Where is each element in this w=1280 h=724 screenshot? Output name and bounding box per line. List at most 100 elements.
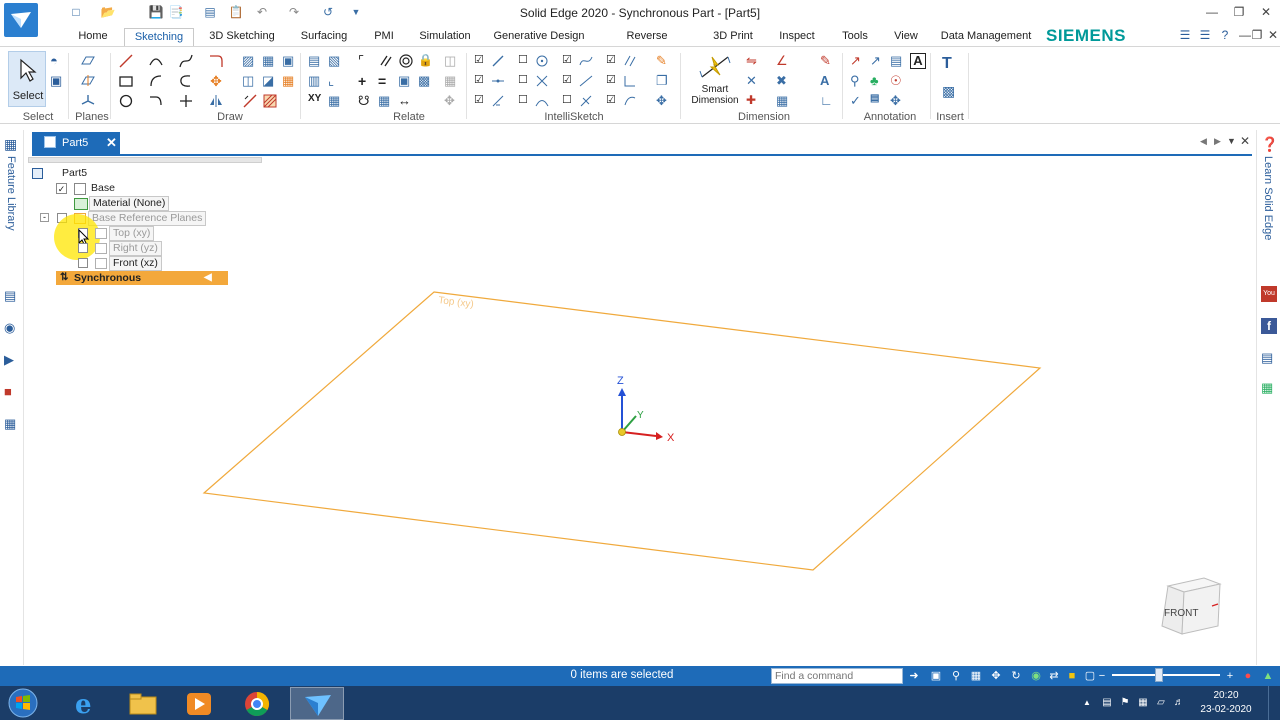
tray-signal-icon[interactable]: ▱ [1154, 696, 1168, 710]
distance-between-icon[interactable]: ⇋ [746, 53, 762, 69]
taskbar-solid-edge[interactable] [290, 687, 344, 720]
repeat-icon[interactable]: ↺ [320, 4, 336, 20]
reuse-icon[interactable]: ■ [4, 384, 20, 400]
pan-icon[interactable]: ✥ [988, 668, 1004, 684]
mirror-icon[interactable] [208, 93, 224, 109]
rotate-icon[interactable]: ↻ [1008, 668, 1024, 684]
circle-icon[interactable] [118, 93, 134, 109]
shaded-icon[interactable]: ■ [1064, 668, 1080, 684]
zoom-in-icon[interactable]: + [1222, 668, 1238, 684]
datum-frame-icon[interactable]: ▤ [870, 93, 886, 109]
intellisketch-copy-icon[interactable]: ❐ [656, 73, 672, 89]
sensors-icon[interactable]: ◉ [4, 320, 20, 336]
trim-icon[interactable] [178, 73, 194, 89]
connect-icon[interactable]: ▤ [308, 53, 324, 69]
intellisketch-perp-check[interactable]: ☐ [562, 93, 578, 109]
taskbar-ie[interactable]: e [58, 687, 112, 720]
tray-network-icon[interactable]: ▦ [1136, 696, 1150, 710]
tab-home[interactable]: Home [74, 28, 112, 46]
paste-icon[interactable]: 📋 [228, 4, 244, 20]
parallel-icon[interactable] [378, 53, 394, 69]
include-icon[interactable]: ▣ [282, 53, 298, 69]
relate-arrows-icon[interactable]: ↔ [398, 93, 414, 109]
relate-handles-icon[interactable]: ✥ [444, 93, 460, 109]
collapse-toggle-icon[interactable]: - [40, 213, 49, 222]
taskbar-media-player[interactable] [172, 687, 226, 720]
save-icon[interactable]: 💾 [148, 4, 164, 20]
zoom-slider-track[interactable] [1112, 674, 1220, 676]
tab-data-management[interactable]: Data Management [938, 28, 1034, 46]
xy-icon[interactable]: XY [308, 93, 324, 109]
community-icon[interactable]: ▤ [1261, 350, 1277, 366]
intellisketch-parallel-icon[interactable] [622, 53, 638, 69]
fill-icon[interactable] [262, 93, 278, 109]
line-icon[interactable] [118, 53, 134, 69]
youtube-icon[interactable]: You [1261, 286, 1277, 302]
dimension-grid-icon[interactable]: ▦ [776, 93, 792, 109]
dim-style-icon[interactable]: ✎ [820, 53, 836, 69]
relate-grid-icon[interactable]: ▦ [328, 93, 344, 109]
top-plane-outline[interactable] [202, 291, 1042, 571]
doc-close-icon[interactable]: ✕ [1260, 28, 1280, 44]
tangent-arc-icon[interactable] [148, 93, 164, 109]
taskbar-explorer[interactable] [116, 687, 170, 720]
arc-three-point-icon[interactable] [148, 73, 164, 89]
intellisketch-intersection-icon[interactable] [490, 93, 506, 109]
redo-icon[interactable]: ↷ [286, 4, 302, 20]
project-icon[interactable]: ▦ [262, 53, 278, 69]
document-tab[interactable]: Part5 ✕ [32, 132, 120, 154]
weld-symbol-icon[interactable]: ☉ [890, 73, 906, 89]
tutorials-icon[interactable]: ▦ [1261, 380, 1277, 396]
pathfinder-icon[interactable]: ▦ [4, 136, 20, 152]
taskbar-clock[interactable]: 20:20 23-02-2020 [1196, 689, 1256, 717]
coordinate-system-icon[interactable] [80, 93, 96, 109]
taskbar-chrome[interactable] [230, 687, 284, 720]
select-options-icon[interactable]: ▣ [50, 73, 66, 89]
zoom-area-icon[interactable]: ▦ [968, 668, 984, 684]
tab-pmi[interactable]: PMI [370, 28, 398, 46]
symmetric-diameter-icon[interactable]: ✚ [746, 93, 762, 109]
intellisketch-angle-check[interactable]: ☑ [606, 73, 622, 89]
feature-library-tab[interactable]: Feature Library [5, 156, 17, 231]
right-plane-checkbox[interactable] [78, 243, 88, 253]
text-annotation-icon[interactable]: A [910, 53, 926, 69]
customize-qat-icon[interactable]: ▼ [348, 4, 364, 20]
datum-icon[interactable]: ✓ [850, 93, 866, 109]
learn-solid-edge-tab[interactable]: Learn Solid Edge [1262, 156, 1274, 240]
tray-volume-icon[interactable]: ♬ [1172, 696, 1186, 710]
intellisketch-horizontal-icon[interactable] [578, 73, 594, 89]
intellisketch-parallel-check[interactable]: ☑ [606, 53, 622, 69]
tab-tools[interactable]: Tools [838, 28, 872, 46]
dim-text-icon[interactable]: A [820, 73, 836, 89]
properties-icon[interactable]: ▤ [202, 4, 218, 20]
new-file-icon[interactable]: □ [68, 4, 84, 20]
angular-coord-icon[interactable]: ✖ [776, 73, 792, 89]
intellisketch-options-icon[interactable]: ✎ [656, 53, 672, 69]
close-tab-icon[interactable]: ✕ [106, 135, 117, 151]
split-icon[interactable] [242, 93, 258, 109]
tab-surfacing[interactable]: Surfacing [294, 28, 354, 46]
point-icon[interactable] [178, 93, 194, 109]
intellisketch-tangent-check[interactable]: ☐ [518, 73, 534, 89]
front-plane-checkbox[interactable] [78, 258, 88, 268]
plane-normal-icon[interactable] [80, 73, 96, 89]
fillet-icon[interactable] [208, 53, 224, 69]
close-window-icon[interactable]: ✕ [1253, 5, 1279, 21]
view-orient-icon[interactable]: ⇄ [1046, 668, 1062, 684]
show-desktop-button[interactable] [1268, 686, 1280, 720]
tab-3d-sketching[interactable]: 3D Sketching [204, 28, 280, 46]
stop-icon[interactable]: ● [1240, 668, 1256, 684]
intellisketch-tangent-icon[interactable] [534, 73, 550, 89]
feature-control-icon[interactable]: ▤ [890, 53, 906, 69]
tab-inspect[interactable]: Inspect [776, 28, 818, 46]
restore-icon[interactable]: ❐ [1226, 5, 1252, 21]
pattern-icon[interactable]: ▦ [282, 73, 298, 89]
intellisketch-line-icon[interactable] [490, 53, 506, 69]
intellisketch-endpoint-check[interactable]: ☑ [474, 53, 490, 69]
relate-align-icon[interactable]: ⌞ [328, 73, 344, 89]
insert-image-icon[interactable]: ▩ [942, 83, 958, 99]
dim-axis-icon[interactable]: ∟ [820, 93, 836, 109]
facebook-icon[interactable]: f [1261, 318, 1277, 334]
lock-icon[interactable]: 🔒 [418, 53, 434, 69]
intellisketch-horizontal-check[interactable]: ☑ [562, 73, 578, 89]
